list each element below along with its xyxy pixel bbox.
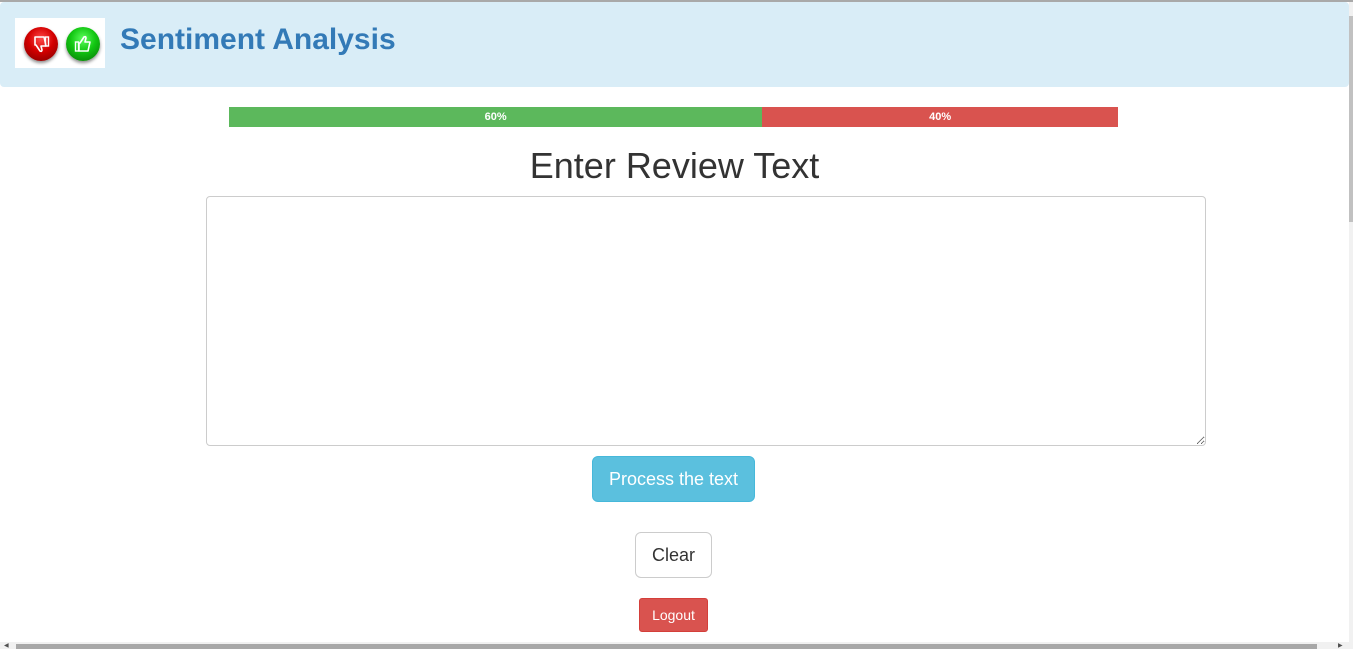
vertical-scrollbar-thumb[interactable] (1349, 16, 1353, 222)
page: Sentiment Analysis 60% 40% Enter Review … (0, 0, 1353, 649)
process-button[interactable]: Process the text (592, 456, 755, 502)
scroll-right-arrow-icon[interactable]: ▶ (1338, 643, 1343, 649)
clear-button[interactable]: Clear (635, 532, 712, 578)
logout-button[interactable]: Logout (639, 598, 708, 632)
vertical-scrollbar[interactable] (1349, 2, 1353, 642)
navbar: Sentiment Analysis (0, 2, 1349, 87)
negative-percent-label: 40% (929, 111, 952, 123)
brand-title[interactable]: Sentiment Analysis (120, 22, 396, 58)
scroll-left-arrow-icon[interactable]: ◀ (4, 643, 9, 649)
sentiment-progress-bar: 60% 40% (229, 107, 1118, 127)
thumbs-up-icon (66, 27, 100, 61)
horizontal-scrollbar-thumb[interactable] (16, 644, 1317, 649)
horizontal-scrollbar[interactable]: ◀ ▶ (0, 642, 1353, 649)
positive-segment: 60% (229, 107, 763, 127)
review-textarea[interactable] (206, 196, 1206, 446)
logo (15, 18, 105, 68)
positive-percent-label: 60% (484, 111, 507, 123)
page-heading: Enter Review Text (529, 145, 820, 186)
thumbs-down-icon (24, 27, 58, 61)
negative-segment: 40% (762, 107, 1118, 127)
